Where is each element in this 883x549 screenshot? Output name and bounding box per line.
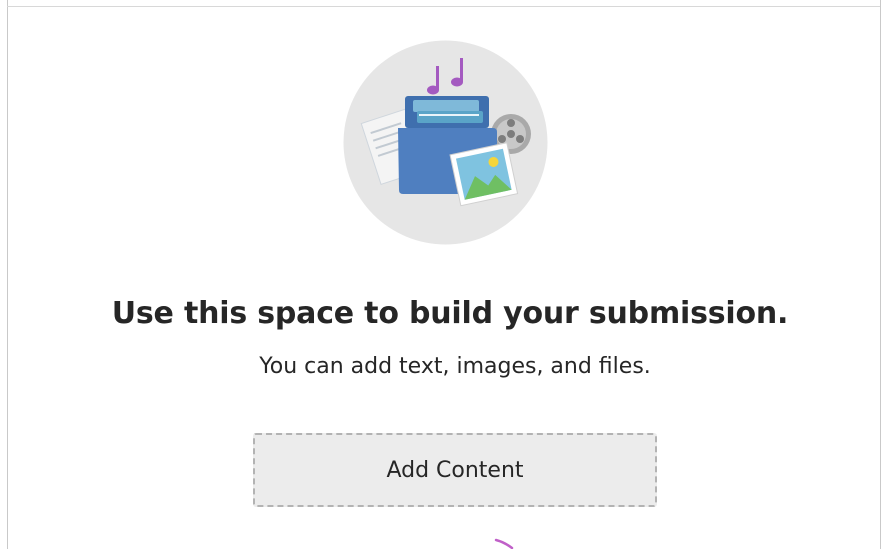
canvas-left-border [7, 0, 8, 549]
empty-state-headline: Use this space to build your submission. [111, 296, 789, 331]
media-folder-illustration-icon [343, 40, 548, 245]
canvas-top-border [7, 6, 881, 7]
add-content-button[interactable]: Add Content [253, 433, 657, 507]
empty-state-subtext: You can add text, images, and files. [259, 354, 651, 379]
pointer-trail-icon [494, 538, 514, 549]
submission-canvas: Use this space to build your submission.… [0, 0, 883, 549]
canvas-right-border [880, 0, 881, 549]
add-content-label: Add Content [386, 457, 524, 483]
